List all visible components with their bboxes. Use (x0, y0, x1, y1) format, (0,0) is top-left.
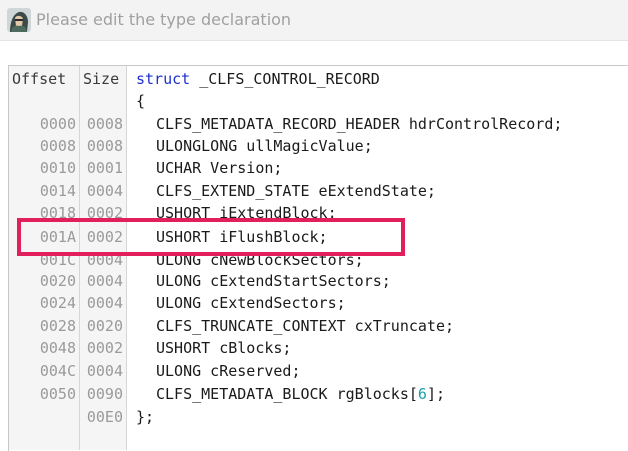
field-offset: 0014 (39, 182, 76, 200)
field-offset: 004C (39, 362, 76, 380)
field-offset: 0028 (39, 317, 76, 335)
field-size: 0004 (86, 182, 123, 200)
field-size: 0001 (86, 159, 123, 177)
field-declaration[interactable]: UCHAR Version; (156, 157, 282, 179)
field-size: 0004 (86, 362, 123, 380)
field-size: 0008 (86, 115, 123, 133)
field-size: 0008 (86, 137, 123, 155)
field-declaration[interactable]: ULONG cReserved; (156, 360, 301, 382)
field-declaration[interactable]: CLFS_METADATA_RECORD_HEADER hdrControlRe… (156, 113, 562, 135)
field-size: 0090 (86, 385, 123, 403)
field-declaration[interactable]: CLFS_EXTEND_STATE eExtendState; (156, 180, 436, 202)
field-declaration[interactable]: USHORT cBlocks; (156, 337, 291, 359)
decl-prefix: CLFS_METADATA_BLOCK rgBlocks[ (156, 385, 418, 403)
field-declaration[interactable]: ULONG cExtendSectors; (156, 292, 346, 314)
field-declaration[interactable]: CLFS_METADATA_BLOCK rgBlocks[6]; (156, 383, 445, 405)
field-declaration[interactable]: ULONGLONG ullMagicValue; (156, 135, 373, 157)
field-size: 0004 (86, 294, 123, 312)
struct-keyword: struct (136, 70, 191, 88)
hacker-avatar-icon (7, 8, 31, 32)
size-header: Size (83, 70, 120, 88)
field-offset: 0020 (39, 272, 76, 290)
struct-name: _CLFS_CONTROL_RECORD (190, 70, 380, 88)
struct-declaration-line[interactable]: struct _CLFS_CONTROL_RECORD (136, 68, 380, 90)
field-size: 0020 (86, 317, 123, 335)
field-offset: 0050 (39, 385, 76, 403)
field-declaration[interactable]: CLFS_TRUNCATE_CONTEXT cxTruncate; (156, 315, 454, 337)
open-brace[interactable]: { (136, 90, 145, 112)
highlight-box (17, 218, 405, 256)
close-brace[interactable]: }; (136, 406, 154, 428)
field-offset: 0000 (39, 115, 76, 133)
field-declaration[interactable]: ULONG cExtendStartSectors; (156, 270, 391, 292)
array-length-number: 6 (417, 385, 427, 403)
field-offset: 0048 (39, 339, 76, 357)
field-offset: 0010 (39, 159, 76, 177)
field-size: 0004 (86, 272, 123, 290)
field-size: 0002 (86, 339, 123, 357)
offset-header: Offset (12, 70, 67, 88)
field-offset: 0024 (39, 294, 76, 312)
field-offset: 0008 (39, 137, 76, 155)
title-bar: Please edit the type declaration (0, 0, 628, 41)
window-title: Please edit the type declaration (36, 10, 292, 29)
decl-suffix: ]; (426, 385, 445, 403)
struct-total-size: 00E0 (86, 408, 123, 426)
